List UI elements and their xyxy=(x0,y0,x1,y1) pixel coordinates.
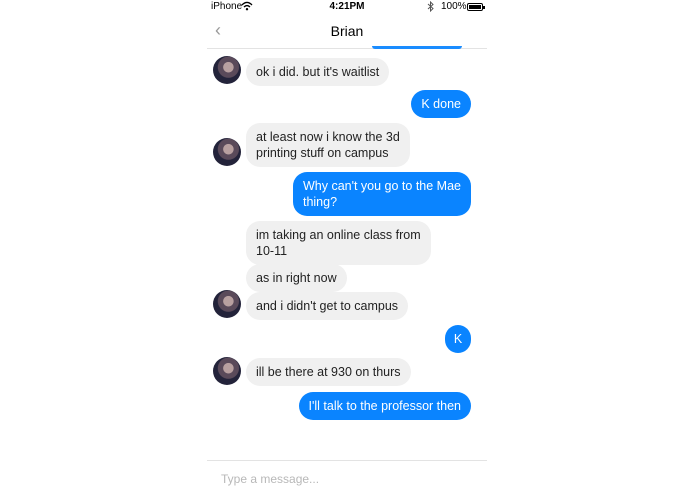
incoming-message: and i didn't get to campus xyxy=(246,292,409,320)
message-text: I'll talk to the professor then xyxy=(308,399,461,413)
outgoing-message: K xyxy=(445,325,471,353)
message-text-line: Why can't you go to the Mae xyxy=(302,179,461,193)
conversation-title: Brian xyxy=(330,23,364,39)
outgoing-message: Why can't you go to the Mae thing? xyxy=(292,172,471,216)
message-text-line: 10-11 xyxy=(256,244,288,258)
conversation-header: ‹ Brian xyxy=(207,14,487,49)
battery-icon xyxy=(467,3,485,11)
message-input[interactable] xyxy=(219,469,478,489)
contact-avatar[interactable] xyxy=(213,138,241,166)
message-text-line: im taking an online class from xyxy=(256,228,421,242)
battery-fill xyxy=(469,5,481,9)
contact-avatar[interactable] xyxy=(213,357,241,385)
contact-avatar[interactable] xyxy=(213,56,241,84)
outgoing-message: I'll talk to the professor then xyxy=(298,392,471,420)
incoming-message: at least now i know the 3d printing stuf… xyxy=(246,123,410,167)
bluetooth-icon xyxy=(427,0,435,15)
message-text: ok i did. but it's waitlist xyxy=(256,65,380,79)
incoming-message: ok i did. but it's waitlist xyxy=(246,58,390,86)
contact-avatar[interactable] xyxy=(213,290,241,318)
message-text: as in right now xyxy=(256,271,337,285)
incoming-message: as in right now xyxy=(246,264,347,292)
message-text-line: printing stuff on campus xyxy=(256,146,389,160)
message-composer xyxy=(207,460,487,494)
partial-outgoing-bubble xyxy=(372,46,462,49)
incoming-message: im taking an online class from 10-11 xyxy=(246,221,431,265)
outgoing-message: K done xyxy=(411,90,471,118)
message-text: ill be there at 930 on thurs xyxy=(256,365,401,379)
message-text: and i didn't get to campus xyxy=(256,299,399,313)
message-text: K done xyxy=(421,97,461,111)
message-text-line: at least now i know the 3d xyxy=(256,130,400,144)
message-text-line: thing? xyxy=(302,195,338,209)
battery-percent: 100% xyxy=(441,1,467,12)
message-text: K xyxy=(453,332,463,346)
chat-screen: iPhone 4:21PM 100% ‹ Brian ok i did. but… xyxy=(207,0,487,494)
status-bar: iPhone 4:21PM 100% xyxy=(207,0,487,14)
incoming-message: ill be there at 930 on thurs xyxy=(246,358,411,386)
